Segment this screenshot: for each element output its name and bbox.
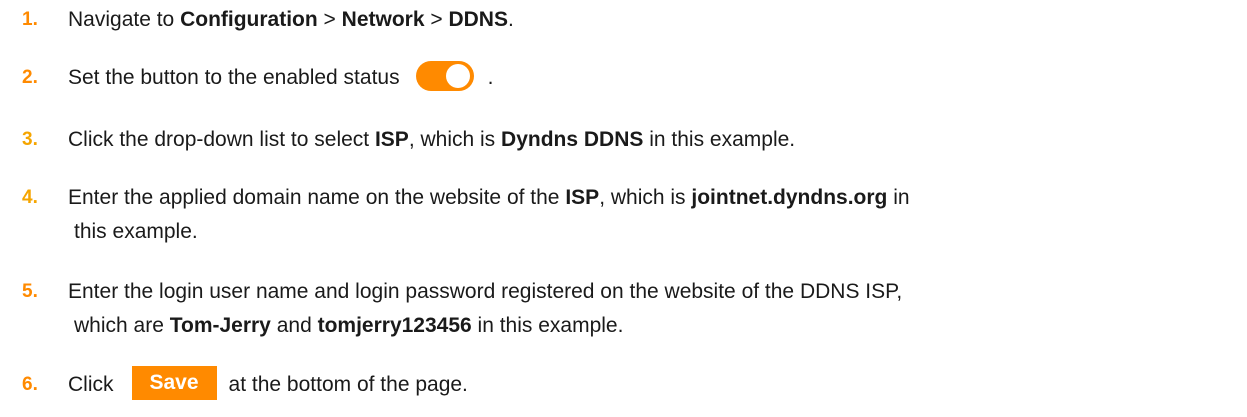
step-text-part: .: [487, 66, 494, 89]
enabled-toggle-icon: [415, 61, 474, 92]
menu-network: Network: [341, 8, 425, 31]
step-text: Enter the applied domain name on the web…: [68, 181, 1228, 215]
step-text-part: Navigate to: [68, 8, 181, 31]
step-text-part: in: [887, 186, 910, 209]
step-number: 3.: [22, 129, 38, 150]
step-number: 5.: [22, 281, 38, 302]
step-text-continuation: this example.: [74, 220, 198, 243]
step-text-part: .: [507, 8, 514, 31]
step-text-part: and: [270, 314, 318, 337]
step-text-part: which are: [74, 314, 170, 337]
isp-label: ISP: [565, 186, 600, 209]
step-text-part: , which is: [408, 128, 502, 151]
step-text-part: >: [317, 8, 342, 31]
step-text: Set the button to the enabled status.: [68, 61, 1228, 95]
isp-value: Dyndns DDNS: [501, 128, 644, 151]
username-value: Tom-Jerry: [169, 314, 271, 337]
step-text: Click the drop-down list to select ISP, …: [68, 123, 1228, 157]
menu-configuration: Configuration: [180, 8, 318, 31]
step-text-part: Click: [68, 373, 114, 396]
step-text: Enter the login user name and login pass…: [68, 280, 903, 303]
step-number: 2.: [22, 67, 38, 88]
step-text-part: >: [424, 8, 449, 31]
step-number: 1.: [22, 9, 38, 30]
toggle-knob: [445, 64, 470, 89]
menu-ddns: DDNS: [448, 8, 508, 31]
step-text-part: Click the drop-down list to select: [68, 128, 375, 151]
step-text-continuation: which are Tom-Jerry and tomjerry123456 i…: [74, 309, 623, 343]
step-text-part: in this example.: [471, 314, 624, 337]
step-text: Navigate to Configuration > Network > DD…: [68, 3, 1228, 37]
step-number: 4.: [22, 187, 38, 208]
step-text-part: at the bottom of the page.: [228, 373, 468, 396]
save-button-illustration: Save: [131, 366, 217, 401]
step-text-part: Set the button to the enabled status: [68, 66, 400, 89]
isp-label: ISP: [374, 128, 409, 151]
domain-name-value: jointnet.dyndns.org: [691, 186, 888, 209]
step-text-part: in this example.: [643, 128, 796, 151]
step-text-part: Enter the applied domain name on the web…: [68, 186, 566, 209]
step-number: 6.: [22, 374, 38, 395]
step-text: Click Save at the bottom of the page.: [68, 366, 1228, 402]
step-text-part: , which is: [599, 186, 692, 209]
instruction-steps: 1. Navigate to Configuration > Network >…: [0, 0, 1247, 417]
password-value: tomjerry123456: [317, 314, 472, 337]
